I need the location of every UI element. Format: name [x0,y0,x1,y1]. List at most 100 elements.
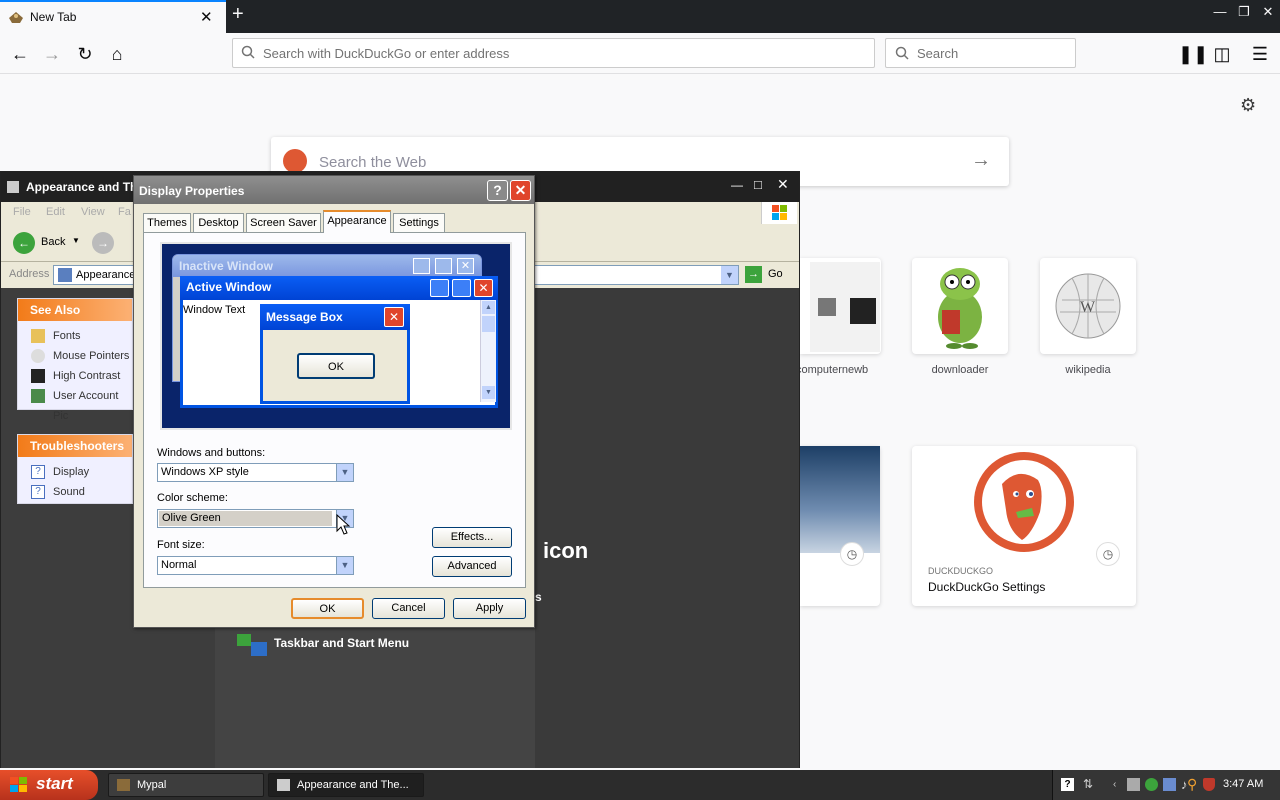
effects-button[interactable]: Effects... [432,527,512,548]
back-arrow-icon[interactable]: ← [8,42,32,66]
taskbar-start-menu-icon[interactable] [237,632,267,658]
troubleshooters-header[interactable]: Troubleshooters [18,435,132,457]
see-also-high-contrast[interactable]: High Contrast [18,366,132,386]
tab-appearance[interactable]: Appearance [323,210,391,233]
see-also-panel: See Also Fonts Mouse Pointers High Contr… [17,298,133,422]
tab-close-icon[interactable]: ✕ [200,8,213,26]
troubleshooter-display[interactable]: ? Display [18,462,132,482]
menu-file[interactable]: File [13,206,31,218]
close-icon: ✕ [457,258,474,274]
search-icon [241,45,255,59]
taskbar-item-label: Appearance and The... [297,779,409,791]
maximize-icon [435,258,452,274]
dropdown-arrow-icon[interactable]: ▼ [336,557,353,574]
close-icon[interactable]: ✕ [1258,4,1278,22]
back-button-label[interactable]: Back [41,236,65,248]
dialog-title-bar[interactable]: Display Properties ? ✕ [134,176,534,204]
window-title: Appearance and Th [26,180,138,194]
security-shield-icon[interactable] [1203,778,1215,791]
clock: 3:47 AM [1223,778,1264,790]
advanced-button[interactable]: Advanced [432,556,512,577]
inactive-title-bar: Inactive Window ✕ [173,255,481,277]
highlight-card-partial[interactable]: ◷ [800,446,880,606]
tab-settings[interactable]: Settings [393,213,445,233]
top-site-downloader[interactable] [912,258,1008,354]
start-button[interactable]: start [0,770,98,800]
appearance-tab-panel: Inactive Window ✕ Active Window ✕ Window… [143,232,526,588]
tray-app-icon[interactable] [1127,778,1140,791]
tray-app-icon[interactable] [1163,778,1176,791]
back-dropdown-icon[interactable]: ▼ [72,236,80,245]
minimize-icon[interactable]: — [1210,4,1230,22]
close-icon[interactable]: ✕ [777,176,789,193]
tab-title: New Tab [30,10,77,24]
menu-edit[interactable]: Edit [46,206,65,218]
forward-arrow-icon[interactable]: → [40,42,64,66]
tab-themes[interactable]: Themes [143,213,191,233]
font-size-select[interactable]: Normal ▼ [157,556,354,575]
minimize-icon[interactable]: — [731,178,743,192]
close-button[interactable]: ✕ [510,180,531,201]
message-box-title: Message Box [266,310,343,324]
search-bar[interactable]: Search [885,38,1076,68]
high-contrast-icon [31,369,45,383]
url-bar[interactable]: Search with DuckDuckGo or enter address [232,38,875,68]
close-icon: ✕ [474,279,493,297]
see-also-user-account-picture[interactable]: User Account Pic [18,386,132,422]
tab-desktop[interactable]: Desktop [193,213,244,233]
message-box-title-bar: Message Box ✕ [260,304,410,330]
help-icon[interactable]: ? [1061,778,1074,791]
menu-icon[interactable]: ☰ [1248,42,1272,66]
troubleshooter-sound[interactable]: ? Sound [18,482,132,502]
computer-icon [818,298,836,316]
start-label: start [36,774,73,793]
apply-button[interactable]: Apply [453,598,526,619]
library-icon[interactable]: ❚❚ [1178,42,1208,66]
control-panel-icon [277,779,290,791]
watermark-graphic [535,288,799,768]
windows-buttons-label: Windows and buttons: [157,447,266,459]
maximize-icon [452,279,471,297]
dropdown-arrow-icon[interactable]: ▼ [336,464,353,481]
search-submit-arrow-icon[interactable]: → [971,149,991,172]
address-dropdown-icon[interactable]: ▼ [721,266,738,284]
go-arrow-icon[interactable]: → [745,266,762,283]
menu-favorites[interactable]: Fa [118,206,131,218]
go-button-label[interactable]: Go [768,268,783,280]
tab-screen-saver[interactable]: Screen Saver [246,213,321,233]
menu-view[interactable]: View [81,206,105,218]
taskbar-item-appearance[interactable]: Appearance and The... [268,773,424,797]
close-icon: ✕ [384,307,404,327]
back-arrow-icon[interactable]: ← [13,232,35,254]
ok-button[interactable]: OK [291,598,364,619]
partial-task-link[interactable]: s [535,590,542,604]
tab-new-tab[interactable]: New Tab ✕ [0,0,226,33]
reload-icon[interactable]: ↻ [73,42,97,66]
help-button[interactable]: ? [487,180,508,201]
top-site-label: downloader [931,364,989,376]
taskbar-start-menu-link[interactable]: Taskbar and Start Menu [274,636,409,650]
new-tab-button[interactable]: + [232,3,244,26]
see-also-header[interactable]: See Also [18,299,132,321]
color-scheme-select[interactable]: Olive Green ▼ [157,509,354,528]
highlight-card-duckduckgo[interactable]: ◷ DUCKDUCKGO DuckDuckGo Settings [912,446,1136,606]
maximize-icon[interactable]: □ [754,177,762,192]
tray-app-icon[interactable] [1145,778,1158,791]
tray-expand-icon[interactable]: ‹ [1113,779,1116,790]
home-icon[interactable]: ⌂ [105,42,129,66]
settings-gear-icon[interactable]: ⚙ [1240,95,1256,116]
sidebar-icon[interactable]: ◫ [1210,42,1234,66]
forward-arrow-icon[interactable]: → [92,232,114,254]
top-site-computernewb[interactable] [800,258,881,354]
color-scheme-label: Color scheme: [157,492,228,504]
restore-icon[interactable]: ❐ [1234,4,1254,22]
see-also-mouse-pointers[interactable]: Mouse Pointers [18,346,132,366]
search-icon[interactable]: ⚲ [1187,776,1197,793]
taskbar-item-mypal[interactable]: Mypal [108,773,264,797]
network-icon[interactable]: ⇅ [1083,777,1093,791]
mouse-cursor-icon [336,514,351,535]
cancel-button[interactable]: Cancel [372,598,445,619]
top-site-wikipedia[interactable]: W [1040,258,1136,354]
windows-buttons-select[interactable]: Windows XP style ▼ [157,463,354,482]
see-also-fonts[interactable]: Fonts [18,326,132,346]
